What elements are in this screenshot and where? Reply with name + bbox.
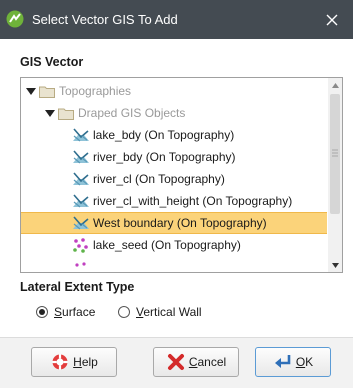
gis-points-icon [73, 238, 88, 253]
cancel-label: Cancel [188, 355, 227, 369]
tree-row-label: lake_seed (On Topography) [93, 238, 241, 252]
close-button[interactable] [311, 0, 353, 39]
scroll-thumb[interactable] [330, 94, 340, 214]
tree-row-lake-bdy[interactable]: lake_bdy (On Topography) [21, 124, 327, 146]
tree-row-river-cl[interactable]: river_cl (On Topography) [21, 168, 327, 190]
scroll-up-button[interactable] [328, 78, 342, 92]
help-lifebuoy-icon [52, 354, 68, 370]
tree-row-label: Topographies [59, 84, 132, 98]
partial-row-icon [75, 262, 86, 267]
help-label: Help [73, 355, 98, 369]
gis-lines-icon [73, 194, 89, 208]
gis-tree[interactable]: Topographies Draped GIS Objects lake_bdy… [20, 77, 343, 273]
folder-icon [58, 108, 74, 120]
chevron-down-icon [331, 262, 339, 268]
tree-row-label: West boundary (On Topography) [93, 216, 267, 230]
expand-triangle-icon[interactable] [45, 108, 55, 118]
gis-lines-icon [73, 216, 89, 230]
chevron-up-icon [331, 82, 339, 88]
tree-row-river-cl-with-height[interactable]: river_cl_with_height (On Topography) [21, 190, 327, 212]
radio-label: Vertical Wall [136, 305, 202, 319]
enter-arrow-icon [274, 355, 291, 368]
tree-row-label: river_cl_with_height (On Topography) [93, 194, 293, 208]
scroll-down-button[interactable] [328, 258, 342, 272]
grip-icon [332, 149, 338, 157]
gis-lines-icon [73, 172, 89, 186]
cancel-x-icon [167, 354, 184, 370]
radio-label: Surface [54, 305, 96, 319]
tree-row-draped-gis-objects[interactable]: Draped GIS Objects [21, 102, 327, 124]
expand-triangle-icon[interactable] [26, 86, 36, 96]
gis-lines-icon [73, 150, 89, 164]
tree-row-lake-seed[interactable]: lake_seed (On Topography) [21, 234, 327, 256]
gis-vector-heading: GIS Vector [20, 55, 84, 69]
tree-row-label: lake_bdy (On Topography) [93, 128, 235, 142]
ok-button[interactable]: OK [255, 347, 331, 377]
tree-scrollbar[interactable] [328, 78, 342, 272]
gis-lines-icon [73, 128, 89, 142]
folder-icon [39, 86, 55, 98]
tree-content: Topographies Draped GIS Objects lake_bdy… [21, 78, 329, 272]
title-bar: Select Vector GIS To Add [0, 0, 353, 39]
tree-row-label: river_cl (On Topography) [93, 172, 225, 186]
ok-label: OK [295, 355, 314, 369]
dialog-window: Select Vector GIS To Add GIS Vector Topo… [0, 0, 353, 388]
window-title: Select Vector GIS To Add [32, 12, 178, 27]
help-button[interactable]: Help [31, 347, 117, 377]
cancel-button[interactable]: Cancel [153, 347, 239, 377]
radio-surface[interactable]: Surface [36, 305, 95, 319]
close-icon [326, 14, 338, 25]
lateral-extent-options: Surface Vertical Wall [36, 305, 296, 323]
tree-row-label: river_bdy (On Topography) [93, 150, 236, 164]
tree-row-west-boundary[interactable]: West boundary (On Topography) [21, 212, 327, 234]
radio-checked-indicator [36, 306, 48, 318]
lateral-extent-heading: Lateral Extent Type [20, 280, 135, 294]
tree-row-topographies[interactable]: Topographies [21, 80, 327, 102]
button-bar: Help Cancel OK [0, 337, 353, 388]
radio-vertical-wall[interactable]: Vertical Wall [118, 305, 202, 319]
radio-unchecked-indicator [118, 306, 130, 318]
tree-row-label: Draped GIS Objects [78, 106, 186, 120]
tree-row-river-bdy[interactable]: river_bdy (On Topography) [21, 146, 327, 168]
app-icon [6, 10, 24, 28]
